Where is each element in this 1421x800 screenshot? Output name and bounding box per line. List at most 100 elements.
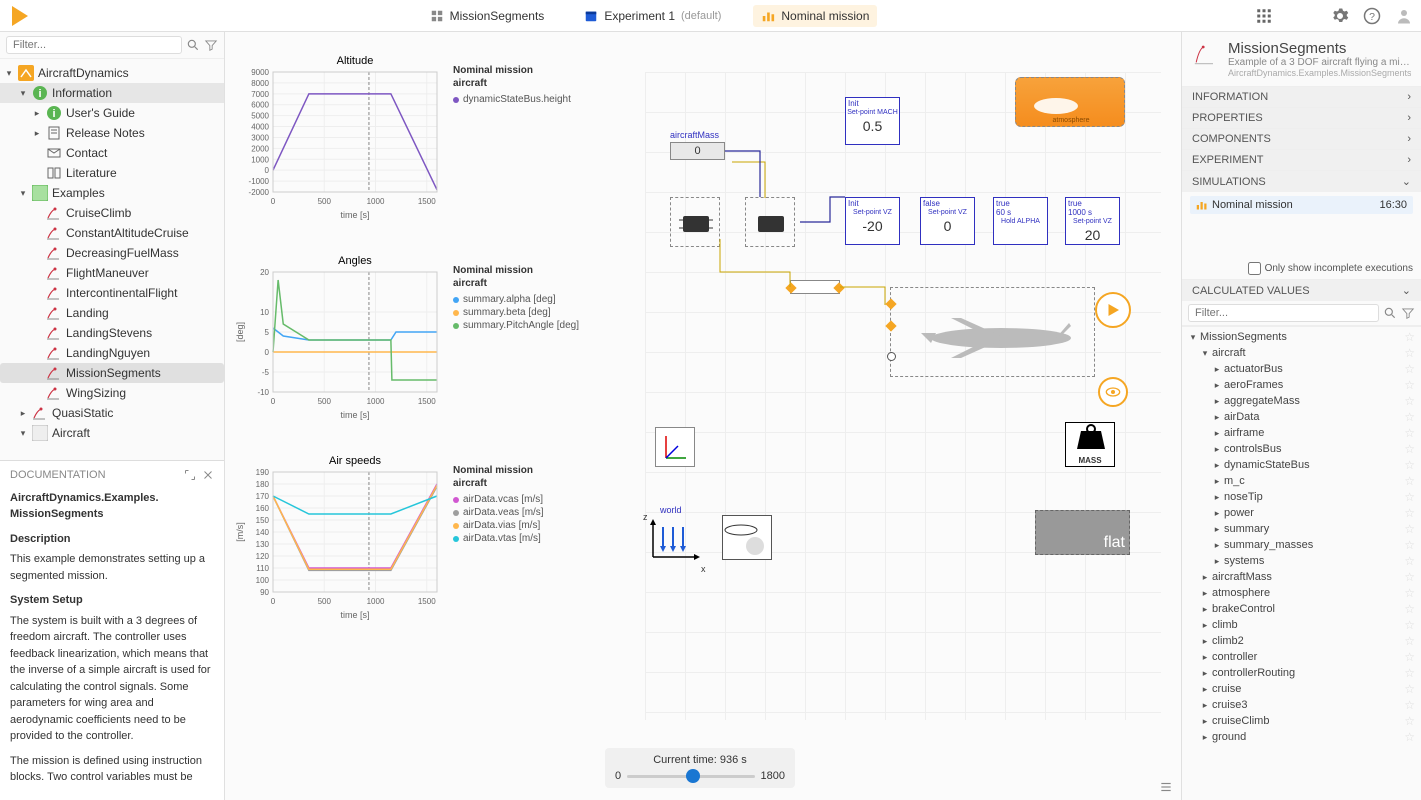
star-icon[interactable]: ☆: [1404, 618, 1415, 632]
diagram-column[interactable]: atmosphere Init Set-point MACH 0.5 aircr…: [625, 32, 1181, 800]
calc-item-cruiseclimb[interactable]: ▸cruiseClimb☆: [1182, 713, 1421, 729]
calc-item-summary_masses[interactable]: ▸summary_masses☆: [1182, 537, 1421, 553]
bus-connector[interactable]: [790, 280, 840, 294]
star-icon[interactable]: ☆: [1404, 330, 1415, 344]
calc-item-actuatorbus[interactable]: ▸actuatorBus☆: [1182, 361, 1421, 377]
star-icon[interactable]: ☆: [1404, 458, 1415, 472]
tree-item-cruiseclimb[interactable]: CruiseClimb: [0, 203, 224, 223]
section-experiment[interactable]: EXPERIMENT›: [1182, 150, 1421, 170]
star-icon[interactable]: ☆: [1404, 650, 1415, 664]
chip-block-1[interactable]: [670, 197, 720, 247]
tab-experiment-1[interactable]: Experiment 1 (default): [576, 5, 729, 27]
star-icon[interactable]: ☆: [1404, 506, 1415, 520]
star-icon[interactable]: ☆: [1404, 682, 1415, 696]
calc-values-header[interactable]: CALCULATED VALUES ⌄: [1182, 280, 1421, 301]
tree-item-quasistatic[interactable]: ▸QuasiStatic: [0, 403, 224, 423]
star-icon[interactable]: ☆: [1404, 346, 1415, 360]
calc-item-aircraftmass[interactable]: ▸aircraftMass☆: [1182, 569, 1421, 585]
view-button[interactable]: [1098, 377, 1128, 407]
chart-angles[interactable]: Angles-10-5051020050010001500time [s][de…: [233, 252, 443, 422]
chip-block-2[interactable]: [745, 197, 795, 247]
star-icon[interactable]: ☆: [1404, 522, 1415, 536]
tree-item-aircraft[interactable]: ▾Aircraft: [0, 423, 224, 443]
wing-block[interactable]: [722, 515, 772, 560]
star-icon[interactable]: ☆: [1404, 730, 1415, 744]
block-init-mach[interactable]: Init Set-point MACH 0.5: [845, 97, 900, 145]
star-icon[interactable]: ☆: [1404, 426, 1415, 440]
star-icon[interactable]: ☆: [1404, 602, 1415, 616]
sim-item[interactable]: Nominal mission16:30: [1190, 196, 1413, 214]
section-simulations[interactable]: SIMULATIONS⌄: [1182, 171, 1421, 192]
tree-item-landingnguyen[interactable]: LandingNguyen: [0, 343, 224, 363]
star-icon[interactable]: ☆: [1404, 442, 1415, 456]
section-information[interactable]: INFORMATION›: [1182, 87, 1421, 107]
calc-item-systems[interactable]: ▸systems☆: [1182, 553, 1421, 569]
gear-icon[interactable]: [1331, 7, 1349, 25]
user-icon[interactable]: [1395, 7, 1413, 25]
block-hold-alpha-2[interactable]: true60 sHold ALPHA: [993, 197, 1048, 245]
tree-item-decreasingfuelmass[interactable]: DecreasingFuelMass: [0, 243, 224, 263]
star-icon[interactable]: ☆: [1404, 378, 1415, 392]
chart-air-speeds[interactable]: Air speeds901001101201301401501601701801…: [233, 452, 443, 622]
tree-item-aircraftdynamics[interactable]: ▾AircraftDynamics: [0, 63, 224, 83]
filter-funnel-icon[interactable]: [204, 38, 218, 52]
tree-item-missionsegments[interactable]: MissionSegments: [0, 363, 224, 383]
chart-altitude[interactable]: Altitude-2000-10000100020003000400050006…: [233, 52, 443, 222]
block-set-point-vz-0[interactable]: InitSet-point VZ-20: [845, 197, 900, 245]
section-components[interactable]: COMPONENTS›: [1182, 129, 1421, 149]
tree-item-wingsizing[interactable]: WingSizing: [0, 383, 224, 403]
calc-item-summary[interactable]: ▸summary☆: [1182, 521, 1421, 537]
calc-item-brakecontrol[interactable]: ▸brakeControl☆: [1182, 601, 1421, 617]
star-icon[interactable]: ☆: [1404, 714, 1415, 728]
calc-item-aggregatemass[interactable]: ▸aggregateMass☆: [1182, 393, 1421, 409]
tree-item-user's guide[interactable]: ▸iUser's Guide: [0, 103, 224, 123]
tree-item-landing[interactable]: Landing: [0, 303, 224, 323]
star-icon[interactable]: ☆: [1404, 698, 1415, 712]
atmosphere-block[interactable]: atmosphere: [1015, 77, 1125, 127]
star-icon[interactable]: ☆: [1404, 570, 1415, 584]
slider-thumb[interactable]: [686, 769, 700, 783]
calc-item-aeroframes[interactable]: ▸aeroFrames☆: [1182, 377, 1421, 393]
aircraft-mass-value[interactable]: 0: [670, 142, 725, 160]
slider-track[interactable]: [627, 775, 754, 778]
calc-item-missionsegments[interactable]: ▾MissionSegments☆: [1182, 329, 1421, 345]
calc-item-m_c[interactable]: ▸m_c☆: [1182, 473, 1421, 489]
list-icon[interactable]: [1159, 780, 1173, 794]
section-properties[interactable]: PROPERTIES›: [1182, 108, 1421, 128]
incomplete-checkbox[interactable]: [1248, 262, 1261, 275]
star-icon[interactable]: ☆: [1404, 474, 1415, 488]
calc-item-aircraft[interactable]: ▾aircraft☆: [1182, 345, 1421, 361]
calc-item-controller[interactable]: ▸controller☆: [1182, 649, 1421, 665]
aircraft-block[interactable]: [890, 287, 1095, 377]
star-icon[interactable]: ☆: [1404, 554, 1415, 568]
star-icon[interactable]: ☆: [1404, 586, 1415, 600]
filter-funnel-icon[interactable]: [1401, 306, 1415, 320]
calc-item-controllerrouting[interactable]: ▸controllerRouting☆: [1182, 665, 1421, 681]
close-icon[interactable]: [202, 469, 214, 481]
star-icon[interactable]: ☆: [1404, 538, 1415, 552]
star-icon[interactable]: ☆: [1404, 666, 1415, 680]
apps-icon[interactable]: [1255, 7, 1273, 25]
mass-block[interactable]: MASS: [1065, 422, 1115, 467]
calc-item-atmosphere[interactable]: ▸atmosphere☆: [1182, 585, 1421, 601]
block-set-point-vz-3[interactable]: true1000 sSet-point VZ20: [1065, 197, 1120, 245]
incomplete-checkbox-row[interactable]: Only show incomplete executions: [1182, 258, 1421, 279]
search-icon[interactable]: [186, 38, 200, 52]
flat-ground-block[interactable]: flat: [1035, 510, 1130, 555]
calc-item-cruise[interactable]: ▸cruise☆: [1182, 681, 1421, 697]
star-icon[interactable]: ☆: [1404, 490, 1415, 504]
tree-item-examples[interactable]: ▾Examples: [0, 183, 224, 203]
tree-item-information[interactable]: ▾iInformation: [0, 83, 224, 103]
calc-item-dynamicstatebus[interactable]: ▸dynamicStateBus☆: [1182, 457, 1421, 473]
tree-item-landingstevens[interactable]: LandingStevens: [0, 323, 224, 343]
tree-item-literature[interactable]: Literature: [0, 163, 224, 183]
star-icon[interactable]: ☆: [1404, 362, 1415, 376]
play-button[interactable]: [1095, 292, 1131, 328]
calc-item-airframe[interactable]: ▸airframe☆: [1182, 425, 1421, 441]
tab-missionsegments[interactable]: MissionSegments: [422, 5, 553, 27]
search-icon[interactable]: [1383, 306, 1397, 320]
calc-item-power[interactable]: ▸power☆: [1182, 505, 1421, 521]
frame-block[interactable]: [655, 427, 695, 467]
star-icon[interactable]: ☆: [1404, 410, 1415, 424]
calc-item-climb[interactable]: ▸climb☆: [1182, 617, 1421, 633]
